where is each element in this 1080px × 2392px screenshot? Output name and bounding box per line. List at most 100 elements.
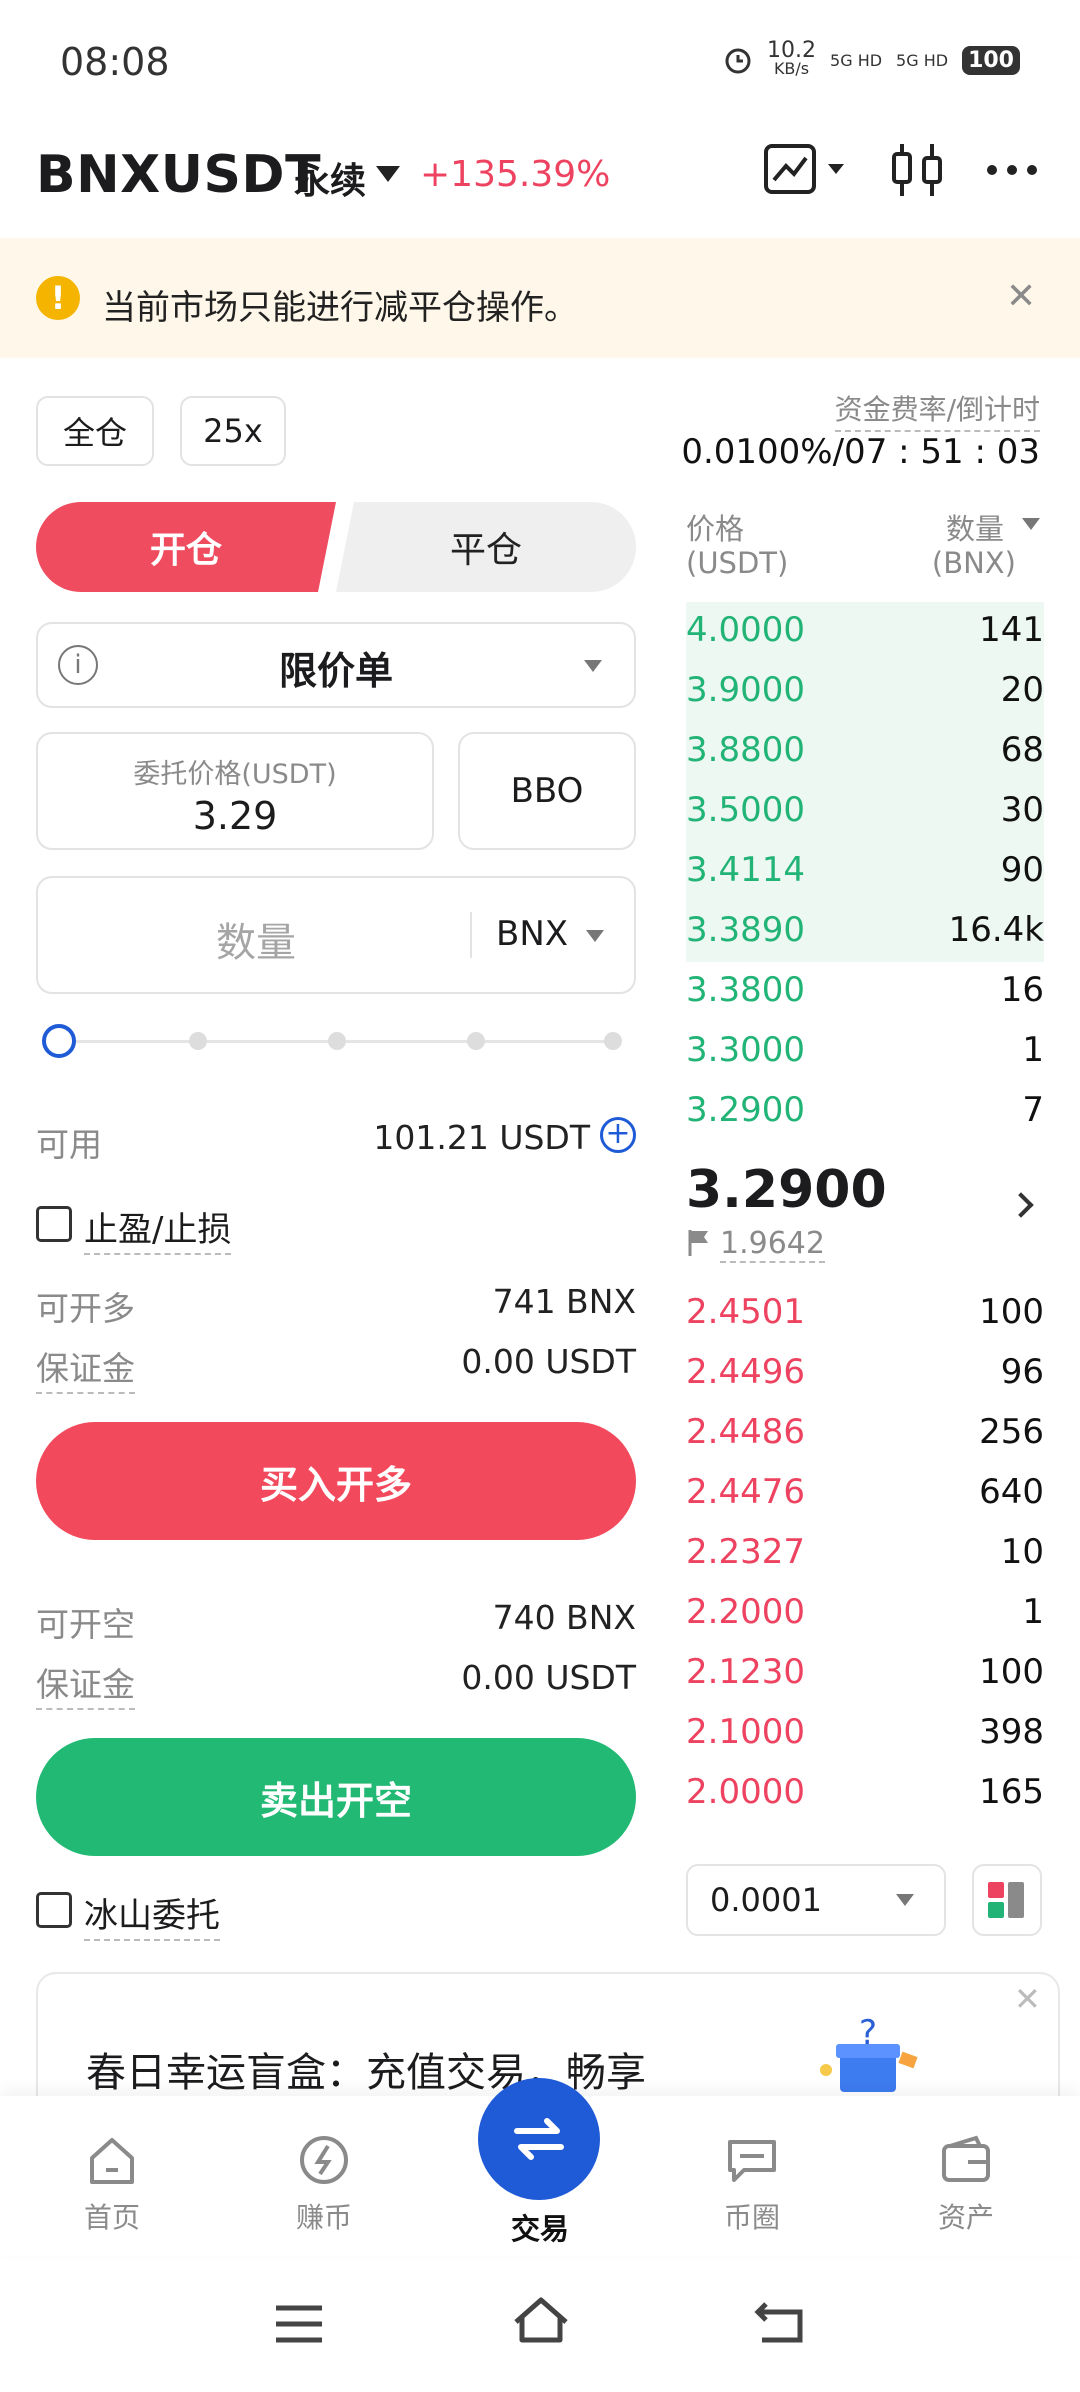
kline-button[interactable] bbox=[888, 140, 948, 204]
bid-price: 2.1000 bbox=[686, 1712, 805, 1752]
slider-thumb[interactable] bbox=[42, 1024, 76, 1058]
bid-row[interactable]: 2.4501 100 bbox=[686, 1284, 1044, 1344]
tab-trade-button[interactable] bbox=[478, 2078, 600, 2200]
max-short-label: 可开空 bbox=[36, 1605, 135, 1644]
tab-close[interactable]: 平仓 bbox=[336, 502, 636, 592]
ob-price-header: 价格 bbox=[686, 512, 745, 546]
bid-row[interactable]: 2.2327 10 bbox=[686, 1524, 1044, 1584]
tab-assets[interactable]: 资产 bbox=[896, 2130, 1036, 2236]
ask-row[interactable]: 3.2900 7 bbox=[686, 1082, 1044, 1142]
sell-short-button[interactable]: 卖出开空 bbox=[36, 1738, 636, 1856]
tab-assets-label: 资产 bbox=[937, 2201, 994, 2234]
buy-long-button[interactable]: 买入开多 bbox=[36, 1422, 636, 1540]
ask-row[interactable]: 3.3800 16 bbox=[686, 962, 1044, 1022]
mark-price[interactable]: 1.9642 bbox=[720, 1226, 825, 1263]
bid-qty: 100 bbox=[979, 1292, 1044, 1332]
bid-price: 2.2327 bbox=[686, 1532, 805, 1572]
chevron-right-icon[interactable] bbox=[1008, 1192, 1034, 1218]
bid-price: 2.4486 bbox=[686, 1412, 805, 1452]
ask-qty: 68 bbox=[1000, 730, 1044, 770]
long-margin-value: 0.00 USDT bbox=[461, 1342, 636, 1381]
tab-earn-label: 赚币 bbox=[295, 2201, 352, 2234]
orderbook-layout-button[interactable] bbox=[972, 1864, 1042, 1936]
ask-price: 3.3000 bbox=[686, 1030, 805, 1070]
alarm-icon bbox=[725, 48, 751, 74]
chat-icon bbox=[728, 2140, 776, 2182]
tpsl-label[interactable]: 止盈/止损 bbox=[84, 1202, 232, 1255]
ask-row[interactable]: 4.0000 141 bbox=[686, 602, 1044, 662]
status-time: 08:08 bbox=[60, 40, 170, 84]
notice-text: 当前市场只能进行减平仓操作。 bbox=[102, 288, 578, 328]
bid-qty: 1 bbox=[1022, 1592, 1044, 1632]
chart-toggle-button[interactable] bbox=[762, 140, 862, 204]
price-change: +135.39% bbox=[420, 154, 611, 195]
bid-row[interactable]: 2.1230 100 bbox=[686, 1644, 1044, 1704]
quantity-unit[interactable]: BNX bbox=[496, 914, 568, 954]
ask-row[interactable]: 3.8800 68 bbox=[686, 722, 1044, 782]
bid-qty: 100 bbox=[979, 1652, 1044, 1692]
notice-close-icon[interactable]: ✕ bbox=[1006, 276, 1036, 317]
price-label: 委托价格(USDT) bbox=[133, 759, 337, 790]
transfer-add-icon[interactable]: + bbox=[600, 1117, 636, 1153]
layout-icon bbox=[988, 1882, 1024, 1918]
funding-label[interactable]: 资金费率/倒计时 bbox=[834, 388, 1040, 432]
slider-step-50[interactable] bbox=[328, 1032, 346, 1050]
bid-price: 2.1230 bbox=[686, 1652, 805, 1692]
slider-step-25[interactable] bbox=[189, 1032, 207, 1050]
ob-qty-unit: (BNX) bbox=[931, 546, 1016, 580]
last-price[interactable]: 3.2900 bbox=[686, 1160, 887, 1220]
ob-qty-header[interactable]: 数量 bbox=[946, 506, 1004, 548]
bid-row[interactable]: 2.0000 165 bbox=[686, 1764, 1044, 1824]
ask-row[interactable]: 3.9000 20 bbox=[686, 662, 1044, 722]
tpsl-checkbox[interactable] bbox=[36, 1206, 72, 1242]
bid-row[interactable]: 2.4486 256 bbox=[686, 1404, 1044, 1464]
tab-open[interactable]: 开仓 bbox=[36, 502, 336, 592]
slider-step-100[interactable] bbox=[604, 1032, 622, 1050]
tab-home[interactable]: 首页 bbox=[42, 2130, 182, 2236]
back-icon[interactable] bbox=[752, 2298, 808, 2346]
contract-type[interactable]: 永续 bbox=[294, 152, 366, 204]
qty-unit-chevron-down-icon[interactable] bbox=[1022, 518, 1040, 530]
tab-earn[interactable]: 赚币 bbox=[254, 2130, 394, 2236]
quantity-placeholder[interactable]: 数量 bbox=[36, 910, 476, 968]
order-type-label: 限价单 bbox=[278, 649, 393, 693]
ask-price: 3.3890 bbox=[686, 910, 805, 950]
iceberg-label[interactable]: 冰山委托 bbox=[84, 1888, 220, 1941]
ask-row[interactable]: 3.5000 30 bbox=[686, 782, 1044, 842]
bid-qty: 10 bbox=[1000, 1532, 1044, 1572]
ask-row[interactable]: 3.3890 16.4k bbox=[686, 902, 1044, 962]
slider-step-75[interactable] bbox=[467, 1032, 485, 1050]
bid-row[interactable]: 2.2000 1 bbox=[686, 1584, 1044, 1644]
ask-row[interactable]: 3.4114 90 bbox=[686, 842, 1044, 902]
menu-icon[interactable] bbox=[272, 2302, 328, 2346]
unit-chevron-down-icon[interactable] bbox=[586, 930, 604, 942]
bid-row[interactable]: 2.4496 96 bbox=[686, 1344, 1044, 1404]
price-value[interactable]: 3.29 bbox=[36, 794, 434, 838]
promo-close-icon[interactable]: ✕ bbox=[1014, 1980, 1041, 2018]
home-nav-icon[interactable] bbox=[510, 2296, 572, 2348]
long-margin-label[interactable]: 保证金 bbox=[36, 1342, 135, 1394]
svg-text:?: ? bbox=[859, 2018, 877, 2053]
short-margin-label[interactable]: 保证金 bbox=[36, 1658, 135, 1710]
candlestick-icon bbox=[892, 144, 942, 196]
ask-row[interactable]: 3.3000 1 bbox=[686, 1022, 1044, 1082]
leverage-button[interactable]: 25x bbox=[180, 396, 286, 466]
bid-row[interactable]: 2.1000 398 bbox=[686, 1704, 1044, 1764]
tab-trade-label[interactable]: 交易 bbox=[470, 2206, 610, 2248]
iceberg-checkbox[interactable] bbox=[36, 1892, 72, 1928]
contract-dropdown-icon[interactable] bbox=[376, 166, 400, 182]
funding-value: 0.0100%/07 : 51 : 03 bbox=[681, 432, 1040, 472]
bid-qty: 96 bbox=[1000, 1352, 1044, 1392]
margin-mode-button[interactable]: 全仓 bbox=[36, 396, 154, 466]
tab-community[interactable]: 币圈 bbox=[682, 2130, 822, 2236]
bid-qty: 640 bbox=[979, 1472, 1044, 1512]
divider bbox=[470, 912, 472, 958]
symbol-title[interactable]: BNXUSDT bbox=[36, 145, 321, 205]
bid-price: 2.4501 bbox=[686, 1292, 805, 1332]
bid-row[interactable]: 2.4476 640 bbox=[686, 1464, 1044, 1524]
more-button[interactable] bbox=[984, 150, 1044, 194]
status-icons: 10.2 KB/s 5G HD 5G HD 100 bbox=[723, 40, 1020, 78]
bid-qty: 398 bbox=[979, 1712, 1044, 1752]
wallet-icon bbox=[942, 2135, 990, 2182]
bbo-button[interactable]: BBO bbox=[458, 732, 636, 850]
